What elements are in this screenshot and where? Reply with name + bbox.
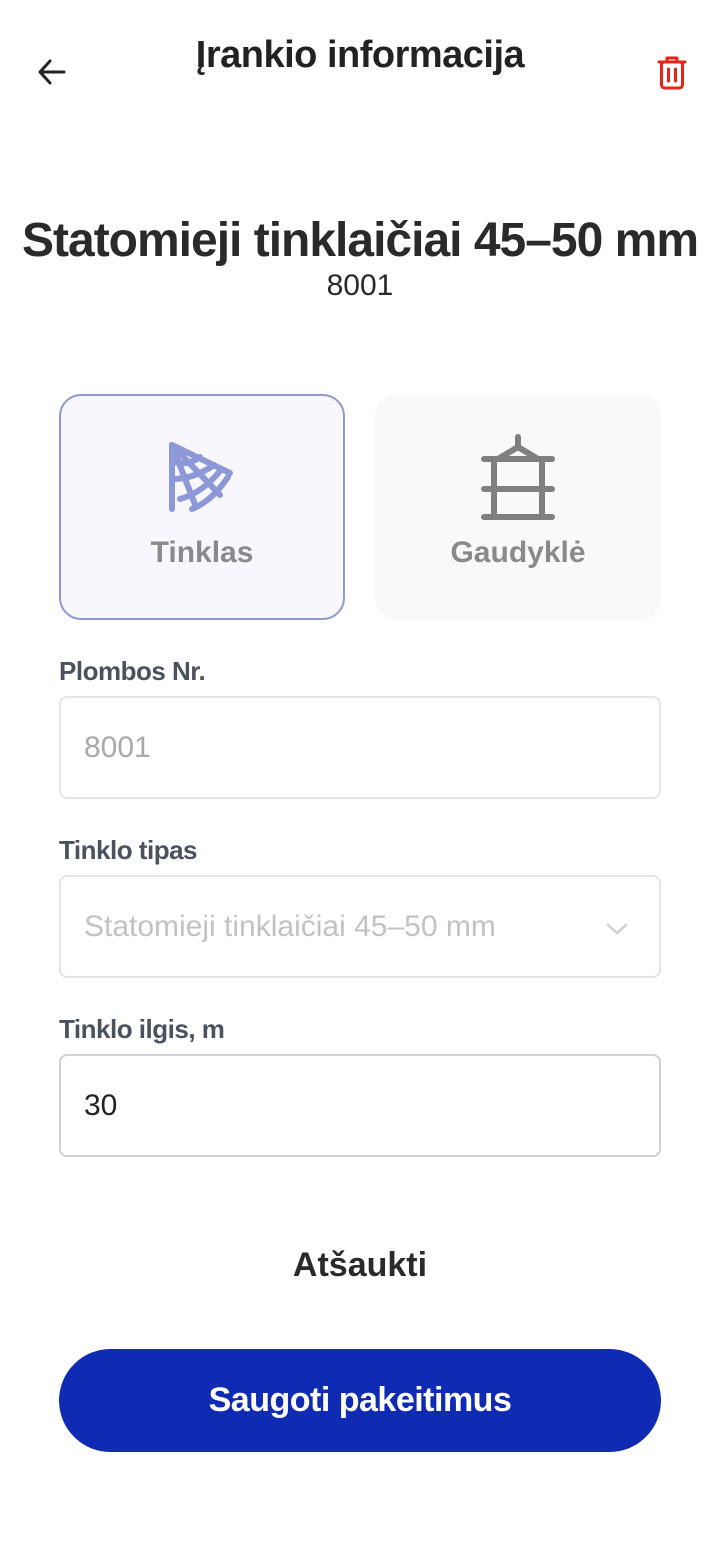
page-title: Įrankio informacija	[195, 34, 525, 76]
tool-info-screen: Įrankio informacija Statomieji tinklaiči…	[0, 0, 720, 1558]
net-type-label: Tinklo tipas	[59, 835, 198, 865]
type-label: Tinklas	[150, 536, 254, 569]
net-type-select[interactable]: Statomieji tinklaičiai 45–50 mm	[59, 875, 661, 978]
chevron-down-icon	[605, 910, 629, 944]
net-length-value: 30	[84, 1088, 118, 1122]
tool-code: 8001	[326, 269, 394, 302]
trash-icon	[655, 53, 689, 96]
type-label: Gaudyklė	[450, 536, 586, 569]
trap-icon	[476, 432, 560, 522]
save-button[interactable]: Saugoti pakeitimus	[59, 1349, 661, 1452]
seal-number-label: Plombos Nr.	[59, 656, 206, 686]
tool-name: Statomieji tinklaičiai 45–50 mm	[22, 214, 699, 267]
net-type-value: Statomieji tinklaičiai 45–50 mm	[84, 909, 496, 943]
seal-number-value: 8001	[84, 730, 151, 764]
net-icon	[160, 432, 244, 522]
delete-button[interactable]	[648, 50, 696, 98]
seal-number-field[interactable]: 8001	[59, 696, 661, 799]
type-card-net[interactable]: Tinklas	[59, 394, 345, 620]
type-card-trap[interactable]: Gaudyklė	[375, 394, 661, 620]
arrow-left-icon	[34, 54, 70, 95]
cancel-button[interactable]: Atšaukti	[210, 1246, 510, 1298]
back-button[interactable]	[28, 50, 76, 98]
net-length-input[interactable]: 30	[59, 1054, 661, 1157]
net-length-label: Tinklo ilgis, m	[59, 1014, 225, 1044]
